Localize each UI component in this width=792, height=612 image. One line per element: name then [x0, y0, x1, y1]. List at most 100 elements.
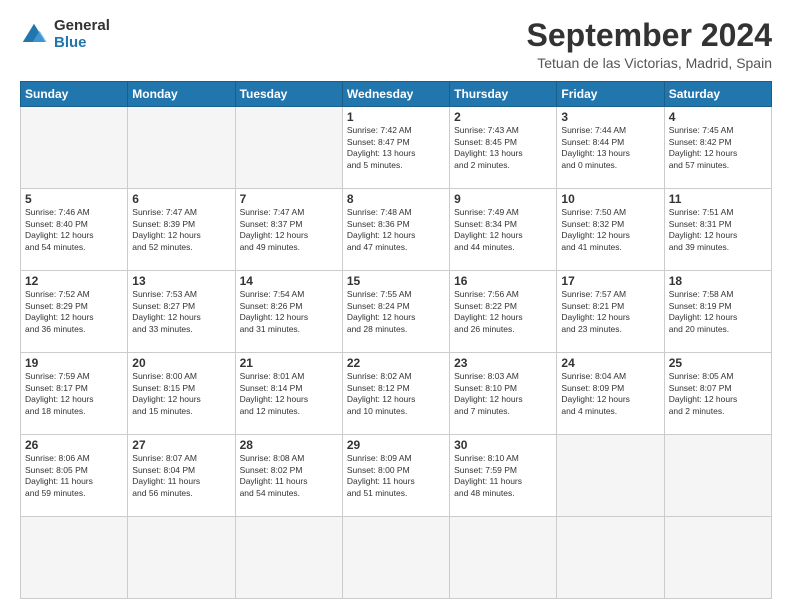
day-info: Sunrise: 8:10 AM Sunset: 7:59 PM Dayligh… — [454, 453, 552, 499]
day-info: Sunrise: 8:05 AM Sunset: 8:07 PM Dayligh… — [669, 371, 767, 417]
calendar-week-row — [21, 517, 772, 599]
calendar-week-row: 19Sunrise: 7:59 AM Sunset: 8:17 PM Dayli… — [21, 353, 772, 435]
header-wednesday: Wednesday — [342, 82, 449, 107]
table-row — [235, 517, 342, 599]
table-row: 30Sunrise: 8:10 AM Sunset: 7:59 PM Dayli… — [450, 435, 557, 517]
table-row: 6Sunrise: 7:47 AM Sunset: 8:39 PM Daylig… — [128, 189, 235, 271]
calendar-week-row: 12Sunrise: 7:52 AM Sunset: 8:29 PM Dayli… — [21, 271, 772, 353]
day-info: Sunrise: 7:58 AM Sunset: 8:19 PM Dayligh… — [669, 289, 767, 335]
table-row: 20Sunrise: 8:00 AM Sunset: 8:15 PM Dayli… — [128, 353, 235, 435]
day-info: Sunrise: 7:47 AM Sunset: 8:39 PM Dayligh… — [132, 207, 230, 253]
day-info: Sunrise: 7:46 AM Sunset: 8:40 PM Dayligh… — [25, 207, 123, 253]
day-number: 28 — [240, 438, 338, 452]
day-info: Sunrise: 7:50 AM Sunset: 8:32 PM Dayligh… — [561, 207, 659, 253]
table-row: 27Sunrise: 8:07 AM Sunset: 8:04 PM Dayli… — [128, 435, 235, 517]
day-number: 14 — [240, 274, 338, 288]
table-row — [664, 435, 771, 517]
day-info: Sunrise: 8:06 AM Sunset: 8:05 PM Dayligh… — [25, 453, 123, 499]
day-info: Sunrise: 7:51 AM Sunset: 8:31 PM Dayligh… — [669, 207, 767, 253]
day-info: Sunrise: 7:53 AM Sunset: 8:27 PM Dayligh… — [132, 289, 230, 335]
table-row: 26Sunrise: 8:06 AM Sunset: 8:05 PM Dayli… — [21, 435, 128, 517]
table-row: 23Sunrise: 8:03 AM Sunset: 8:10 PM Dayli… — [450, 353, 557, 435]
table-row — [557, 517, 664, 599]
day-info: Sunrise: 8:09 AM Sunset: 8:00 PM Dayligh… — [347, 453, 445, 499]
table-row: 5Sunrise: 7:46 AM Sunset: 8:40 PM Daylig… — [21, 189, 128, 271]
logo-general: General — [54, 18, 110, 35]
table-row: 17Sunrise: 7:57 AM Sunset: 8:21 PM Dayli… — [557, 271, 664, 353]
calendar-week-row: 5Sunrise: 7:46 AM Sunset: 8:40 PM Daylig… — [21, 189, 772, 271]
day-info: Sunrise: 8:01 AM Sunset: 8:14 PM Dayligh… — [240, 371, 338, 417]
day-number: 8 — [347, 192, 445, 206]
day-info: Sunrise: 8:02 AM Sunset: 8:12 PM Dayligh… — [347, 371, 445, 417]
day-info: Sunrise: 7:57 AM Sunset: 8:21 PM Dayligh… — [561, 289, 659, 335]
calendar-week-row: 26Sunrise: 8:06 AM Sunset: 8:05 PM Dayli… — [21, 435, 772, 517]
table-row: 21Sunrise: 8:01 AM Sunset: 8:14 PM Dayli… — [235, 353, 342, 435]
day-number: 19 — [25, 356, 123, 370]
table-row: 8Sunrise: 7:48 AM Sunset: 8:36 PM Daylig… — [342, 189, 449, 271]
header-saturday: Saturday — [664, 82, 771, 107]
logo-blue: Blue — [54, 35, 110, 52]
day-number: 25 — [669, 356, 767, 370]
day-info: Sunrise: 8:00 AM Sunset: 8:15 PM Dayligh… — [132, 371, 230, 417]
header-tuesday: Tuesday — [235, 82, 342, 107]
day-number: 12 — [25, 274, 123, 288]
day-number: 30 — [454, 438, 552, 452]
day-info: Sunrise: 8:08 AM Sunset: 8:02 PM Dayligh… — [240, 453, 338, 499]
day-info: Sunrise: 8:04 AM Sunset: 8:09 PM Dayligh… — [561, 371, 659, 417]
table-row: 24Sunrise: 8:04 AM Sunset: 8:09 PM Dayli… — [557, 353, 664, 435]
page: General Blue September 2024 Tetuan de la… — [0, 0, 792, 612]
day-number: 15 — [347, 274, 445, 288]
header-monday: Monday — [128, 82, 235, 107]
table-row — [21, 517, 128, 599]
calendar-table: Sunday Monday Tuesday Wednesday Thursday… — [20, 81, 772, 599]
day-number: 6 — [132, 192, 230, 206]
day-number: 21 — [240, 356, 338, 370]
table-row: 29Sunrise: 8:09 AM Sunset: 8:00 PM Dayli… — [342, 435, 449, 517]
table-row: 9Sunrise: 7:49 AM Sunset: 8:34 PM Daylig… — [450, 189, 557, 271]
table-row: 19Sunrise: 7:59 AM Sunset: 8:17 PM Dayli… — [21, 353, 128, 435]
day-info: Sunrise: 7:43 AM Sunset: 8:45 PM Dayligh… — [454, 125, 552, 171]
day-number: 1 — [347, 110, 445, 124]
table-row: 10Sunrise: 7:50 AM Sunset: 8:32 PM Dayli… — [557, 189, 664, 271]
table-row: 11Sunrise: 7:51 AM Sunset: 8:31 PM Dayli… — [664, 189, 771, 271]
table-row: 13Sunrise: 7:53 AM Sunset: 8:27 PM Dayli… — [128, 271, 235, 353]
day-info: Sunrise: 7:55 AM Sunset: 8:24 PM Dayligh… — [347, 289, 445, 335]
logo: General Blue — [20, 18, 110, 51]
day-number: 20 — [132, 356, 230, 370]
day-info: Sunrise: 7:52 AM Sunset: 8:29 PM Dayligh… — [25, 289, 123, 335]
day-number: 17 — [561, 274, 659, 288]
header: General Blue September 2024 Tetuan de la… — [20, 18, 772, 71]
header-thursday: Thursday — [450, 82, 557, 107]
day-info: Sunrise: 7:49 AM Sunset: 8:34 PM Dayligh… — [454, 207, 552, 253]
table-row — [450, 517, 557, 599]
day-number: 13 — [132, 274, 230, 288]
table-row — [557, 435, 664, 517]
day-number: 2 — [454, 110, 552, 124]
table-row: 15Sunrise: 7:55 AM Sunset: 8:24 PM Dayli… — [342, 271, 449, 353]
table-row: 7Sunrise: 7:47 AM Sunset: 8:37 PM Daylig… — [235, 189, 342, 271]
table-row: 14Sunrise: 7:54 AM Sunset: 8:26 PM Dayli… — [235, 271, 342, 353]
day-info: Sunrise: 8:07 AM Sunset: 8:04 PM Dayligh… — [132, 453, 230, 499]
day-number: 7 — [240, 192, 338, 206]
day-number: 4 — [669, 110, 767, 124]
table-row: 12Sunrise: 7:52 AM Sunset: 8:29 PM Dayli… — [21, 271, 128, 353]
day-info: Sunrise: 7:48 AM Sunset: 8:36 PM Dayligh… — [347, 207, 445, 253]
day-number: 26 — [25, 438, 123, 452]
day-number: 23 — [454, 356, 552, 370]
day-info: Sunrise: 7:59 AM Sunset: 8:17 PM Dayligh… — [25, 371, 123, 417]
day-number: 22 — [347, 356, 445, 370]
table-row: 2Sunrise: 7:43 AM Sunset: 8:45 PM Daylig… — [450, 107, 557, 189]
table-row: 1Sunrise: 7:42 AM Sunset: 8:47 PM Daylig… — [342, 107, 449, 189]
day-info: Sunrise: 7:44 AM Sunset: 8:44 PM Dayligh… — [561, 125, 659, 171]
logo-text: General Blue — [54, 18, 110, 51]
table-row: 18Sunrise: 7:58 AM Sunset: 8:19 PM Dayli… — [664, 271, 771, 353]
location-title: Tetuan de las Victorias, Madrid, Spain — [527, 55, 772, 71]
day-number: 11 — [669, 192, 767, 206]
table-row — [21, 107, 128, 189]
table-row — [664, 517, 771, 599]
table-row — [128, 517, 235, 599]
month-title: September 2024 — [527, 18, 772, 53]
table-row — [342, 517, 449, 599]
table-row: 4Sunrise: 7:45 AM Sunset: 8:42 PM Daylig… — [664, 107, 771, 189]
table-row: 3Sunrise: 7:44 AM Sunset: 8:44 PM Daylig… — [557, 107, 664, 189]
